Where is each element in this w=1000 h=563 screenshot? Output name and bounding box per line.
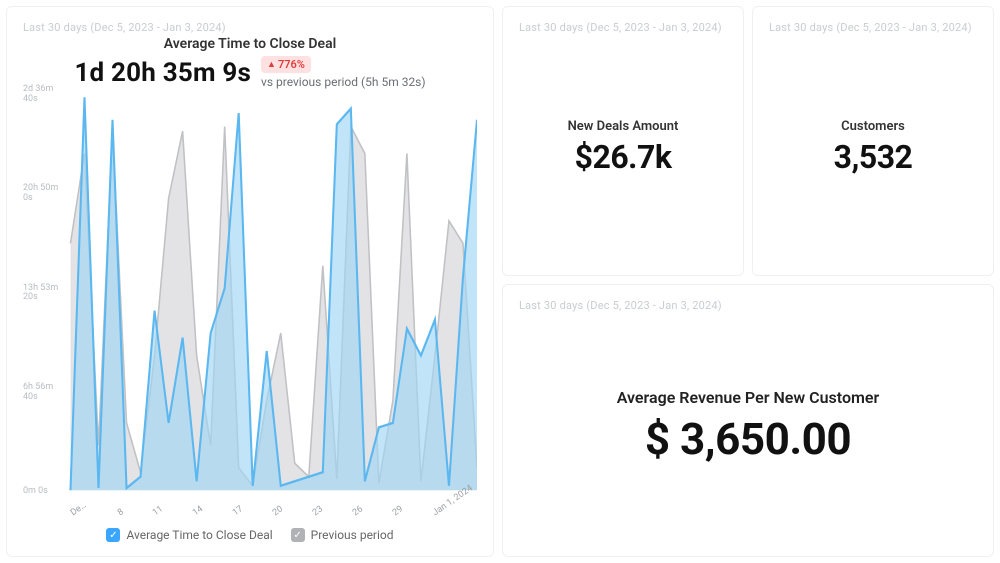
legend-label: Previous period: [311, 528, 394, 542]
kpi-label: Customers: [841, 119, 905, 134]
x-axis-ticks: De… 8 11 14 17 20 23 26 29 Jan 1, 2024: [69, 510, 477, 520]
kpi-row: Last 30 days (Dec 5, 2023 - Jan 3, 2024)…: [502, 6, 994, 276]
date-range-label: Last 30 days (Dec 5, 2023 - Jan 3, 2024): [519, 299, 977, 312]
headline-value: 1d 20h 35m 9s: [74, 58, 251, 88]
chart-title: Average Time to Close Deal: [23, 36, 477, 52]
date-range-label: Last 30 days (Dec 5, 2023 - Jan 3, 2024): [23, 21, 477, 34]
chart-svg: [23, 95, 477, 542]
arpc-card: Last 30 days (Dec 5, 2023 - Jan 3, 2024)…: [502, 284, 994, 557]
vs-previous-text: vs previous period (5h 5m 32s): [261, 75, 426, 89]
legend-label: Average Time to Close Deal: [126, 528, 272, 542]
chart-headline: 1d 20h 35m 9s 776% vs previous period (5…: [23, 56, 477, 89]
chart-body: 2d 36m 40s 20h 50m 0s 13h 53m 20s 6h 56m…: [23, 95, 477, 542]
kpi-value: $26.7k: [575, 138, 672, 176]
avg-time-card: Last 30 days (Dec 5, 2023 - Jan 3, 2024)…: [6, 6, 494, 557]
date-range-label: Last 30 days (Dec 5, 2023 - Jan 3, 2024): [519, 21, 727, 34]
checkbox-icon: ✓: [106, 528, 120, 542]
kpi-label: New Deals Amount: [568, 119, 679, 134]
date-range-label: Last 30 days (Dec 5, 2023 - Jan 3, 2024): [769, 21, 977, 34]
delta-badge: 776%: [261, 56, 311, 73]
kpi-value: 3,532: [834, 138, 913, 176]
new-deals-card: Last 30 days (Dec 5, 2023 - Jan 3, 2024)…: [502, 6, 744, 276]
dashboard: Last 30 days (Dec 5, 2023 - Jan 3, 2024)…: [0, 0, 1000, 563]
checkbox-icon: ✓: [291, 528, 305, 542]
legend-toggle-primary[interactable]: ✓ Average Time to Close Deal: [106, 528, 272, 542]
customers-card: Last 30 days (Dec 5, 2023 - Jan 3, 2024)…: [752, 6, 994, 276]
kpi-value: $ 3,650.00: [645, 413, 851, 465]
kpi-label: Average Revenue Per New Customer: [617, 388, 880, 407]
right-column: Last 30 days (Dec 5, 2023 - Jan 3, 2024)…: [502, 6, 994, 557]
legend-toggle-secondary[interactable]: ✓ Previous period: [291, 528, 394, 542]
chart-legend: ✓ Average Time to Close Deal ✓ Previous …: [23, 528, 477, 542]
